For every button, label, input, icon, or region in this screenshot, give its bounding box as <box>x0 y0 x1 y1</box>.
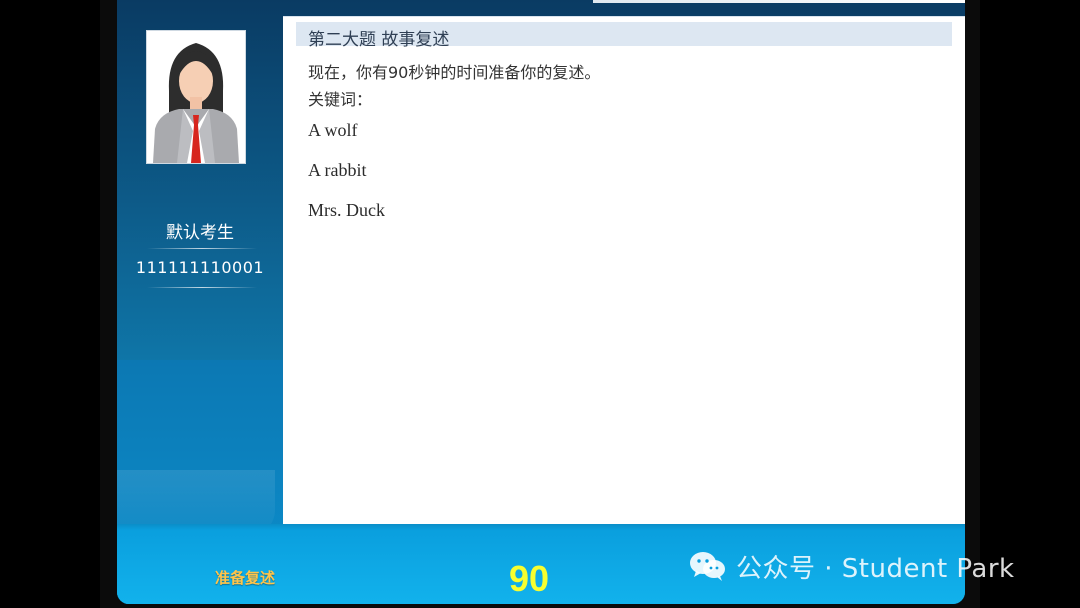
section-title: 第二大题 故事复述 <box>308 30 450 50</box>
keyword-item: Mrs. Duck <box>308 200 385 220</box>
candidate-id: 111111110001 <box>135 258 265 277</box>
id-divider <box>147 287 257 288</box>
watermark-text: 公众号 · Student Park <box>736 553 1015 584</box>
countdown-timer: 90 <box>509 558 550 599</box>
section-header: 第二大题 故事复述 <box>296 22 952 50</box>
candidate-sidebar: 默认考生 111111110001 <box>117 0 283 604</box>
keyword-item: A wolf <box>308 120 358 140</box>
watermark: 公众号 · Student Park <box>688 548 1015 584</box>
top-accent-strip <box>593 0 965 3</box>
keywords-label: 关键词： <box>308 90 373 109</box>
person-avatar-icon <box>147 31 245 163</box>
exam-screen: 默认考生 111111110001 第二大题 故事复述 现在，你有90秒钟的时间… <box>100 0 980 608</box>
exam-app-window: 默认考生 111111110001 第二大题 故事复述 现在，你有90秒钟的时间… <box>117 0 965 604</box>
keyword-item: A rabbit <box>308 160 367 180</box>
question-panel: 第二大题 故事复述 现在，你有90秒钟的时间准备你的复述。 关键词： A wol… <box>283 16 965 524</box>
name-divider <box>147 248 257 249</box>
instruction-text: 现在，你有90秒钟的时间准备你的复述。 <box>308 63 601 82</box>
candidate-avatar <box>146 30 246 164</box>
candidate-name: 默认考生 <box>166 223 234 243</box>
wechat-icon <box>690 552 725 581</box>
status-label: 准备复述 <box>215 569 276 587</box>
